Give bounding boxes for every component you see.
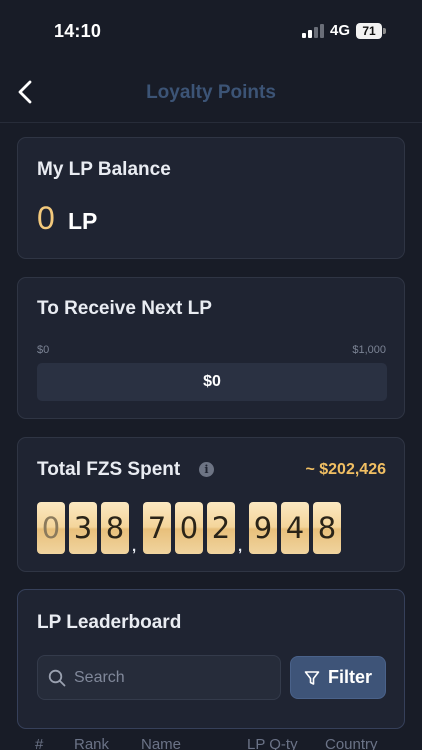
spent-digit: 4 (281, 502, 309, 554)
spent-digit: 7 (143, 502, 171, 554)
status-bar: 14:10 4G 71 (0, 0, 422, 62)
total-spent-card: Total FZS Spent i ~ $202,426 038,702,948 (17, 437, 405, 572)
status-time: 14:10 (54, 21, 102, 41)
next-lp-card: To Receive Next LP $0 $1,000 $0 (17, 277, 405, 419)
progress-max-label: $1,000 (352, 344, 386, 356)
network-type: 4G (330, 22, 351, 39)
spent-digit: 2 (207, 502, 235, 554)
battery-icon: 71 (356, 23, 386, 39)
digit-separator: , (238, 538, 243, 555)
lp-balance-card: My LP Balance 0 LP (17, 137, 405, 259)
page-title: Loyalty Points (146, 82, 276, 103)
digit-separator: , (132, 538, 137, 555)
column-header-country[interactable]: Country (325, 736, 378, 750)
next-lp-title: To Receive Next LP (37, 298, 212, 319)
column-header-lp-qty[interactable]: LP Q-ty (247, 736, 298, 750)
spent-digit: 9 (249, 502, 277, 554)
search-icon (48, 669, 66, 687)
spent-digit: 8 (101, 502, 129, 554)
spent-digit: 8 (313, 502, 341, 554)
total-spent-title: Total FZS Spent (37, 459, 181, 480)
leaderboard-card: LP Leaderboard Filter (17, 589, 405, 729)
cellular-signal-icon (302, 24, 324, 38)
loyalty-points-screen: 14:10 4G 71 Loyalty Points My LP Balance… (0, 0, 422, 750)
usd-estimate: ~ $202,426 (305, 461, 386, 478)
progress-min-label: $0 (37, 344, 50, 356)
spent-digit: 0 (37, 502, 65, 554)
search-box[interactable] (37, 655, 281, 700)
lp-balance-unit: LP (68, 208, 98, 234)
column-header-rank[interactable]: Rank (74, 736, 109, 750)
leaderboard-table-header: # Rank Name LP Q-ty Country (0, 736, 422, 750)
spent-digit: 0 (175, 502, 203, 554)
info-icon[interactable]: i (199, 462, 214, 477)
next-lp-progress-bar: $0 (37, 363, 387, 401)
filter-button-label: Filter (327, 667, 372, 687)
search-input[interactable] (74, 656, 274, 699)
progress-current-value: $0 (203, 373, 221, 390)
lp-balance-value: 0 (37, 200, 55, 236)
column-header-name[interactable]: Name (141, 736, 181, 750)
filter-icon (304, 670, 320, 685)
battery-level: 71 (356, 23, 382, 39)
leaderboard-title: LP Leaderboard (37, 612, 182, 633)
filter-button[interactable]: Filter (290, 656, 386, 699)
spent-digit: 3 (69, 502, 97, 554)
column-header-index[interactable]: # (35, 736, 43, 750)
lp-balance-title: My LP Balance (37, 159, 171, 180)
nav-bar: Loyalty Points (0, 62, 422, 123)
